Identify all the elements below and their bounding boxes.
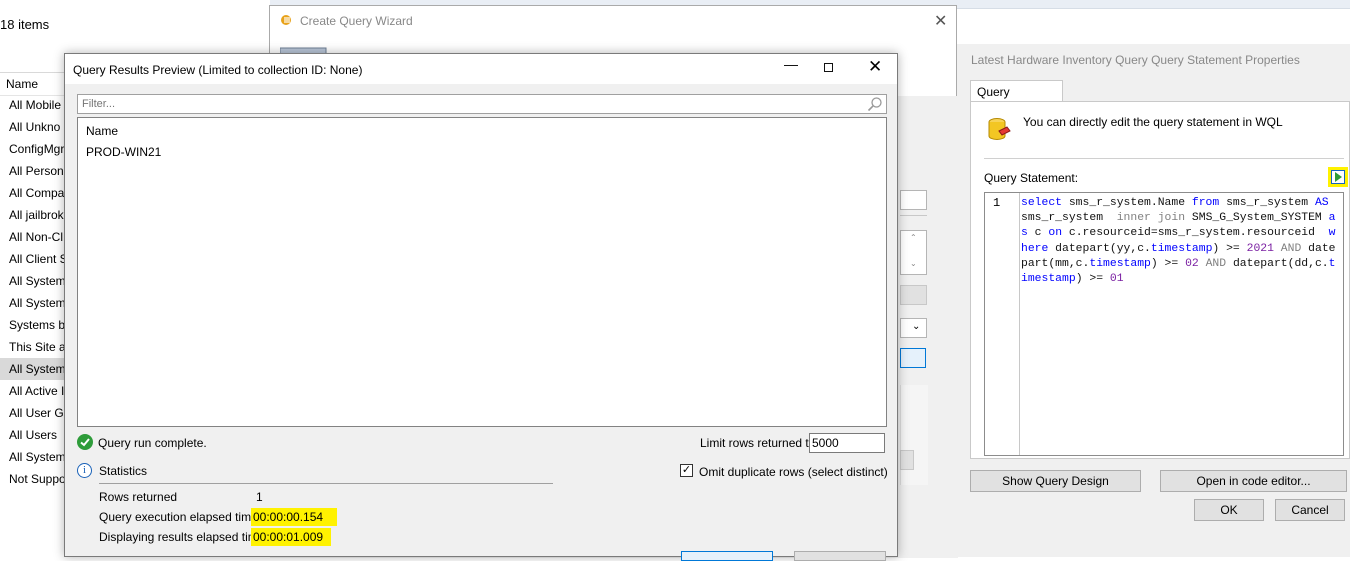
wizard-focused-button[interactable]	[900, 348, 926, 368]
wizard-icon	[281, 15, 291, 25]
results-list: Name PROD-WIN21	[77, 117, 887, 427]
line-number: 1	[993, 196, 1001, 210]
chevron-down-icon: ⌄	[912, 321, 921, 332]
query-results-preview-dialog: Query Results Preview (Limited to collec…	[64, 53, 898, 561]
query-statement-editor[interactable]: 1 select sms_r_system.Name from sms_r_sy…	[984, 192, 1344, 456]
scroll-down-icon[interactable]: ⌄	[910, 259, 917, 268]
result-row[interactable]: PROD-WIN21	[86, 145, 161, 159]
info-icon: i	[77, 463, 92, 478]
dialog-secondary-button[interactable]	[794, 551, 886, 561]
wizard-title: Create Query Wizard	[300, 14, 413, 28]
filter-box[interactable]	[77, 94, 887, 114]
status-message: Query run complete.	[98, 436, 207, 450]
search-icon	[867, 97, 882, 112]
filter-input[interactable]	[80, 96, 854, 112]
run-icon	[1331, 170, 1345, 184]
omit-duplicates-label[interactable]: Omit duplicate rows (select distinct)	[699, 465, 888, 479]
wizard-divider	[900, 215, 927, 216]
database-icon	[988, 118, 1011, 140]
query-language-description: You can directly edit the query statemen…	[1023, 115, 1283, 129]
statistics-label: Statistics	[99, 464, 148, 478]
wizard-field[interactable]	[900, 190, 927, 210]
limit-rows-field[interactable]	[809, 433, 885, 453]
show-query-design-button[interactable]: Show Query Design	[970, 470, 1141, 492]
tab-query-language[interactable]: Query Language	[970, 80, 1063, 113]
rows-returned-value: 1	[256, 490, 263, 504]
display-time-label: Displaying results elapsed time	[99, 530, 265, 544]
scroll-up-icon[interactable]: ⌃	[910, 233, 917, 242]
dialog-primary-button[interactable]	[681, 551, 773, 561]
run-query-button[interactable]	[1328, 167, 1348, 187]
limit-rows-input[interactable]	[810, 434, 884, 452]
open-in-code-editor-button[interactable]: Open in code editor...	[1160, 470, 1347, 492]
rows-returned-label: Rows returned	[99, 490, 178, 504]
wizard-dropdown[interactable]: ⌄	[900, 318, 927, 338]
wizard-group-box	[900, 385, 928, 485]
maximize-icon[interactable]	[824, 63, 833, 72]
display-time-value: 00:00:01.009	[251, 528, 332, 546]
wizard-scroll-list[interactable]: ⌃ ⌄	[900, 230, 927, 275]
dialog-title-bar: Query Results Preview (Limited to collec…	[65, 54, 897, 84]
wizard-close-icon[interactable]: ✕	[934, 11, 947, 31]
query-statement-properties-window: Latest Hardware Inventory Query Query St…	[957, 44, 1350, 557]
results-column-name[interactable]: Name	[86, 124, 118, 138]
cancel-button[interactable]: Cancel	[1275, 499, 1345, 521]
statistics-divider	[99, 483, 553, 484]
properties-divider	[984, 158, 1344, 159]
query-code[interactable]: select sms_r_system.Name from sms_r_syst…	[1021, 196, 1337, 287]
properties-title: Latest Hardware Inventory Query Query St…	[971, 53, 1300, 67]
items-count-label: 18 items	[0, 17, 50, 32]
omit-duplicates-checkbox[interactable]: ✓	[680, 464, 693, 477]
line-number-gutter: 1	[985, 193, 1020, 455]
close-icon[interactable]: ✕	[868, 57, 882, 77]
execution-time-value: 00:00:00.154	[251, 508, 338, 526]
wizard-button[interactable]	[900, 285, 927, 305]
dialog-title: Query Results Preview (Limited to collec…	[73, 63, 363, 77]
limit-rows-label: Limit rows returned to	[700, 436, 816, 450]
minimize-icon[interactable]: —	[779, 56, 803, 80]
check-icon	[77, 434, 93, 450]
execution-time-label: Query execution elapsed time	[99, 510, 258, 524]
ok-button[interactable]: OK	[1194, 499, 1264, 521]
query-statement-label: Query Statement:	[984, 171, 1079, 185]
wizard-small-button[interactable]	[900, 450, 914, 470]
